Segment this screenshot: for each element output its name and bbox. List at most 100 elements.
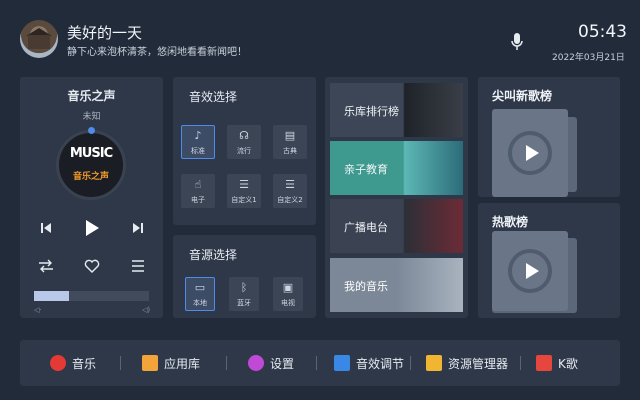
sound-source-title: 音源选择 xyxy=(189,248,238,262)
previous-track-button[interactable] xyxy=(36,218,56,238)
sliders-icon: ☰ xyxy=(239,177,249,191)
monitor-icon: ▭ xyxy=(194,280,206,294)
play-icon xyxy=(86,220,99,236)
dock-label: 资源管理器 xyxy=(448,356,509,371)
dock-eq[interactable]: 音效调节 xyxy=(334,340,404,386)
shuffle-button[interactable] xyxy=(36,256,56,276)
tile-my-music[interactable]: 我的音乐 xyxy=(330,258,463,312)
source-local-button[interactable]: ▭ 本地 xyxy=(185,277,215,311)
dock-label: 应用库 xyxy=(164,356,201,371)
source-label: 本地 xyxy=(193,298,207,307)
play-circle-icon xyxy=(508,249,552,293)
music-logo-text: MUSIC xyxy=(69,146,113,161)
playlist-icon xyxy=(132,260,144,272)
effect-label: 标准 xyxy=(191,146,205,155)
music-logo-subtext: 音乐之声 xyxy=(72,172,109,182)
sound-effect-panel: 音效选择 ♪ 标准 ☊ 流行 ▤ 古典 ☝ 电子 ☰ 自定义1 ☰ 自定义2 xyxy=(173,77,316,225)
shuffle-icon xyxy=(39,259,53,273)
hot-songs-chart-panel[interactable]: 热歌榜 xyxy=(478,203,620,318)
tile-label: 广播电台 xyxy=(344,221,388,234)
greeting-subtitle: 静下心来泡杯清茶，悠闲地看看新闻吧！ xyxy=(67,47,247,58)
playlist-button[interactable] xyxy=(128,256,148,276)
disc-indicator-dot xyxy=(88,127,95,134)
dock-divider xyxy=(410,356,411,370)
volume-high-icon: ◁) xyxy=(142,306,151,314)
dock-app-library[interactable]: 应用库 xyxy=(142,340,200,386)
sliders-icon: ☰ xyxy=(285,177,295,191)
tile-label: 亲子教育 xyxy=(344,163,388,176)
dock-label: K歌 xyxy=(558,356,578,371)
chart-cover xyxy=(492,109,568,197)
album-disc: MUSIC 音乐之声 xyxy=(56,130,126,200)
library-panel: 乐库排行榜 亲子教育 广播电台 我的音乐 xyxy=(325,77,468,318)
dock-music[interactable]: 音乐 xyxy=(50,340,96,386)
dock-file-manager[interactable]: 资源管理器 xyxy=(426,340,508,386)
effect-label: 流行 xyxy=(237,146,251,155)
effect-label: 自定义2 xyxy=(277,195,303,204)
folder-icon xyxy=(426,355,442,371)
piano-icon: ▤ xyxy=(284,128,296,142)
chart-cover xyxy=(492,231,568,311)
karaoke-icon xyxy=(536,355,552,371)
tv-icon: ▣ xyxy=(282,280,294,294)
tile-radio[interactable]: 广播电台 xyxy=(330,199,463,253)
play-button[interactable] xyxy=(82,217,102,237)
next-track-button[interactable] xyxy=(128,218,148,238)
player-artist: 未知 xyxy=(82,112,101,122)
skip-next-icon xyxy=(133,223,143,233)
music-note-icon: ♪ xyxy=(194,128,202,142)
dock-divider xyxy=(316,356,317,370)
source-bluetooth-button[interactable]: ᛒ 蓝牙 xyxy=(229,277,259,311)
source-tv-button[interactable]: ▣ 电视 xyxy=(273,277,303,311)
dock-label: 音乐 xyxy=(72,356,97,371)
effect-label: 自定义1 xyxy=(231,195,257,204)
effect-label: 古典 xyxy=(283,146,297,155)
clock-time: 05:43 xyxy=(578,22,627,42)
chart-title: 热歌榜 xyxy=(492,215,529,229)
heart-icon xyxy=(84,259,100,273)
bluetooth-icon: ᛒ xyxy=(240,280,248,294)
microphone-icon[interactable] xyxy=(510,32,524,52)
tile-kids-education[interactable]: 亲子教育 xyxy=(330,141,463,195)
dock-divider xyxy=(226,356,227,370)
effect-classical-button[interactable]: ▤ 古典 xyxy=(273,125,307,159)
dock-divider xyxy=(120,356,121,370)
dock-label: 音效调节 xyxy=(356,356,405,371)
gear-icon xyxy=(248,355,264,371)
headphones-icon: ☊ xyxy=(239,128,249,142)
tile-label: 我的音乐 xyxy=(344,280,388,293)
music-icon xyxy=(50,355,66,371)
dock-divider xyxy=(520,356,521,370)
effect-electronic-button[interactable]: ☝ 电子 xyxy=(181,174,215,208)
skip-previous-icon xyxy=(41,223,51,233)
sound-source-panel: 音源选择 ▭ 本地 ᛒ 蓝牙 ▣ 电视 xyxy=(173,235,316,318)
music-player-panel: 音乐之声 未知 MUSIC 音乐之声 ◁· ◁) xyxy=(20,77,163,318)
volume-low-icon: ◁· xyxy=(34,306,42,314)
new-songs-chart-panel[interactable]: 尖叫新歌榜 xyxy=(478,77,620,197)
volume-slider[interactable] xyxy=(34,291,149,301)
dock-label: 设置 xyxy=(270,356,295,371)
chart-title: 尖叫新歌榜 xyxy=(492,89,553,103)
grid-icon xyxy=(142,355,158,371)
effect-standard-button[interactable]: ♪ 标准 xyxy=(181,125,215,159)
dock-karaoke[interactable]: K歌 xyxy=(536,340,578,386)
user-avatar[interactable] xyxy=(20,20,58,58)
source-label: 电视 xyxy=(281,298,295,307)
hand-icon: ☝ xyxy=(194,177,202,191)
effect-custom1-button[interactable]: ☰ 自定义1 xyxy=(227,174,261,208)
bottom-dock: 音乐 应用库 设置 音效调节 资源管理器 K歌 xyxy=(20,340,620,386)
play-circle-icon xyxy=(508,131,552,175)
clock-date: 2022年03月21日 xyxy=(552,53,625,63)
tile-ranking[interactable]: 乐库排行榜 xyxy=(330,83,463,137)
favorite-button[interactable] xyxy=(82,256,102,276)
player-title: 音乐之声 xyxy=(67,89,116,103)
effect-pop-button[interactable]: ☊ 流行 xyxy=(227,125,261,159)
tile-label: 乐库排行榜 xyxy=(344,105,399,118)
sound-effect-title: 音效选择 xyxy=(189,90,238,104)
effect-custom2-button[interactable]: ☰ 自定义2 xyxy=(273,174,307,208)
dock-settings[interactable]: 设置 xyxy=(248,340,294,386)
effect-label: 电子 xyxy=(191,195,205,204)
volume-slider-fill xyxy=(34,291,69,301)
equalizer-icon xyxy=(334,355,350,371)
user-name: 美好的一天 xyxy=(67,24,143,42)
